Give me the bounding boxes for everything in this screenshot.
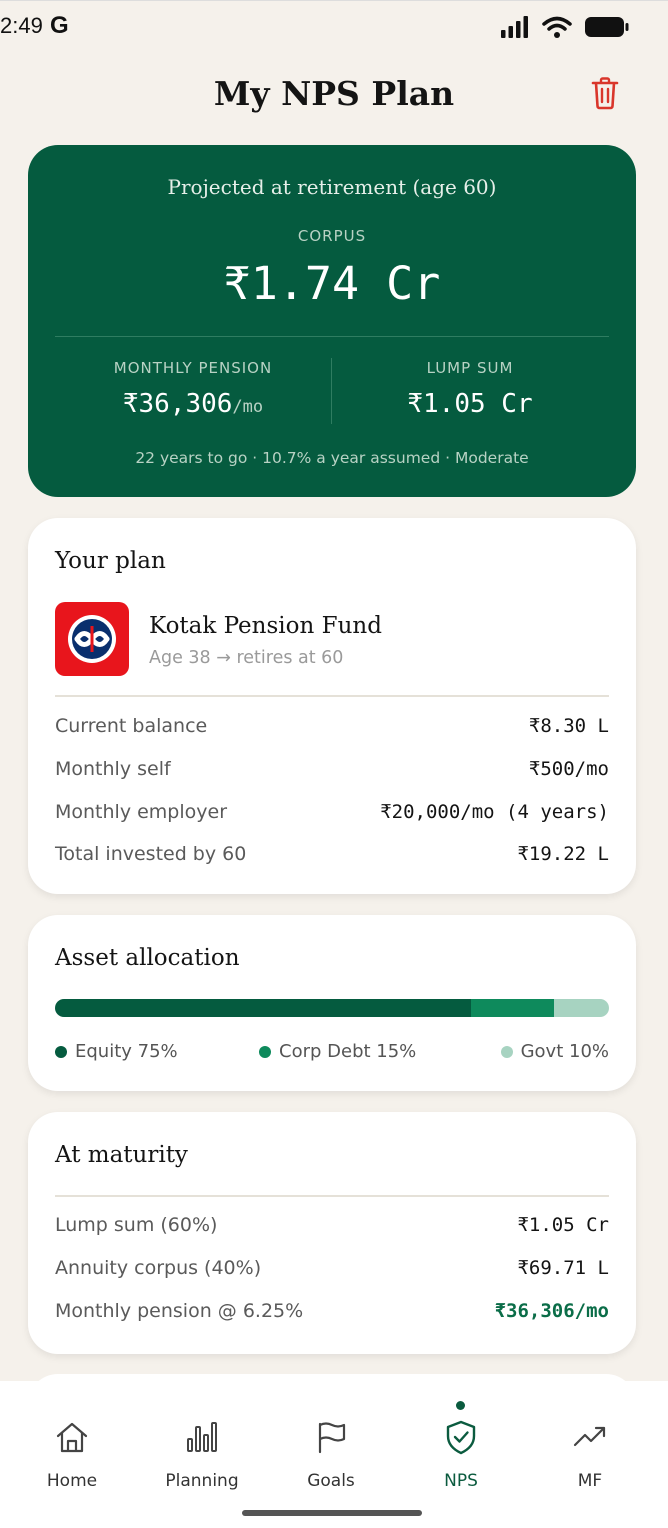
nav-item-mf[interactable]: MF — [535, 1417, 645, 1491]
bottom-nav: Home Planning Goals NPS MF — [0, 1381, 668, 1528]
nav-label: MF — [577, 1471, 603, 1491]
nav-item-planning[interactable]: Planning — [147, 1417, 257, 1491]
row-value: ₹20,000/mo (4 years) — [380, 801, 609, 823]
allocation-card: Asset allocation Equity 75% Corp Debt 15… — [28, 915, 636, 1091]
monthly-pension-unit: /mo — [232, 397, 264, 417]
row-label: Monthly employer — [55, 801, 228, 823]
nav-item-goals[interactable]: Goals — [276, 1417, 386, 1491]
maturity-card: At maturity Lump sum (60%) ₹1.05 Cr Annu… — [28, 1112, 636, 1354]
plan-card-title: Your plan — [55, 548, 166, 574]
fund-age-info: Age 38 → retires at 60 — [149, 648, 344, 668]
nav-label: Planning — [165, 1471, 239, 1491]
row-label: Monthly pension @ 6.25% — [55, 1300, 304, 1322]
active-indicator-dot — [456, 1401, 465, 1410]
legend-label: Govt 10% — [520, 1041, 609, 1062]
legend-govt: Govt 10% — [500, 1041, 609, 1062]
allocation-segment-corp-debt — [470, 999, 554, 1017]
legend-label: Equity 75% — [75, 1041, 178, 1062]
row-label: Annuity corpus (40%) — [55, 1257, 262, 1279]
legend-label: Corp Debt 15% — [279, 1041, 417, 1062]
flag-icon — [318, 1422, 346, 1454]
plan-row-total-invested: Total invested by 60 ₹19.22 L — [55, 839, 609, 869]
fund-name: Kotak Pension Fund — [149, 613, 382, 639]
monthly-pension-amount: ₹36,306 — [122, 389, 233, 419]
row-label: Monthly self — [55, 758, 171, 780]
allocation-legend: Equity 75% Corp Debt 15% Govt 10% — [55, 1041, 609, 1065]
row-value: ₹500/mo — [528, 758, 609, 780]
projection-divider — [55, 336, 609, 337]
row-value: ₹36,306/mo — [494, 1300, 609, 1322]
bar-chart-icon — [187, 1422, 217, 1452]
row-value: ₹19.22 L — [517, 843, 609, 865]
home-indicator[interactable] — [242, 1510, 422, 1516]
nav-item-home[interactable]: Home — [17, 1417, 127, 1491]
maturity-card-title: At maturity — [55, 1142, 188, 1168]
shield-check-icon — [446, 1420, 476, 1455]
delete-plan-button[interactable] — [590, 76, 620, 110]
corpus-label: CORPUS — [297, 227, 367, 245]
allocation-segment-equity — [55, 999, 471, 1017]
home-icon — [56, 1422, 88, 1453]
allocation-card-title: Asset allocation — [55, 945, 240, 971]
nav-label: NPS — [444, 1471, 478, 1491]
projection-assumptions: 22 years to go · 10.7% a year assumed · … — [135, 449, 529, 467]
nav-label: Home — [46, 1471, 98, 1491]
plan-row-monthly-self: Monthly self ₹500/mo — [55, 754, 609, 784]
row-value: ₹8.30 L — [528, 715, 609, 737]
monthly-pension-block: MONTHLY PENSION ₹36,306/mo — [55, 359, 331, 419]
plan-divider — [55, 695, 609, 697]
monthly-pension-value: ₹36,306/mo — [55, 389, 331, 419]
kotak-logo-icon — [55, 602, 129, 676]
trend-up-icon — [573, 1426, 606, 1447]
legend-dot-icon — [259, 1045, 271, 1058]
monthly-pension-label: MONTHLY PENSION — [113, 359, 273, 377]
lump-sum-value: ₹1.05 Cr — [407, 389, 533, 419]
plan-row-current-balance: Current balance ₹8.30 L — [55, 711, 609, 741]
legend-equity: Equity 75% — [55, 1041, 178, 1062]
row-value: ₹69.71 L — [517, 1257, 609, 1279]
row-value: ₹1.05 Cr — [517, 1214, 609, 1236]
status-icons — [500, 15, 630, 39]
plan-row-monthly-employer: Monthly employer ₹20,000/mo (4 years) — [55, 797, 609, 827]
status-time: 2:49 — [0, 13, 43, 38]
lump-sum-label: LUMP SUM — [426, 359, 514, 377]
maturity-divider — [55, 1195, 609, 1197]
corpus-value: ₹1.74 Cr — [223, 257, 441, 310]
nav-label: Goals — [307, 1471, 355, 1491]
header: My NPS Plan — [0, 62, 668, 132]
maturity-row-monthly-pension: Monthly pension @ 6.25% ₹36,306/mo — [55, 1296, 609, 1326]
legend-dot-icon — [500, 1045, 513, 1058]
maturity-row-annuity: Annuity corpus (40%) ₹69.71 L — [55, 1253, 609, 1283]
projection-card: Projected at retirement (age 60) CORPUS … — [28, 145, 636, 497]
legend-dot-icon — [55, 1045, 67, 1058]
status-bar: 2:49 G — [0, 0, 668, 52]
battery-icon — [585, 17, 629, 37]
row-label: Current balance — [55, 715, 208, 737]
lump-sum-block: LUMP SUM ₹1.05 Cr — [332, 359, 608, 419]
page-title: My NPS Plan — [213, 74, 455, 113]
plan-card: Your plan Kotak Pension Fund Age 38 → re… — [28, 518, 636, 894]
google-icon: G — [50, 12, 69, 39]
wifi-icon — [542, 16, 572, 38]
allocation-bar — [55, 999, 609, 1017]
row-label: Total invested by 60 — [55, 843, 247, 865]
legend-corp-debt: Corp Debt 15% — [259, 1041, 416, 1062]
row-label: Lump sum (60%) — [55, 1214, 218, 1236]
maturity-row-lump-sum: Lump sum (60%) ₹1.05 Cr — [55, 1210, 609, 1240]
allocation-segment-govt — [553, 999, 609, 1017]
nav-item-nps[interactable]: NPS — [406, 1417, 516, 1491]
projection-heading: Projected at retirement (age 60) — [167, 175, 497, 199]
signal-icon — [501, 16, 528, 38]
trash-icon — [591, 77, 619, 110]
